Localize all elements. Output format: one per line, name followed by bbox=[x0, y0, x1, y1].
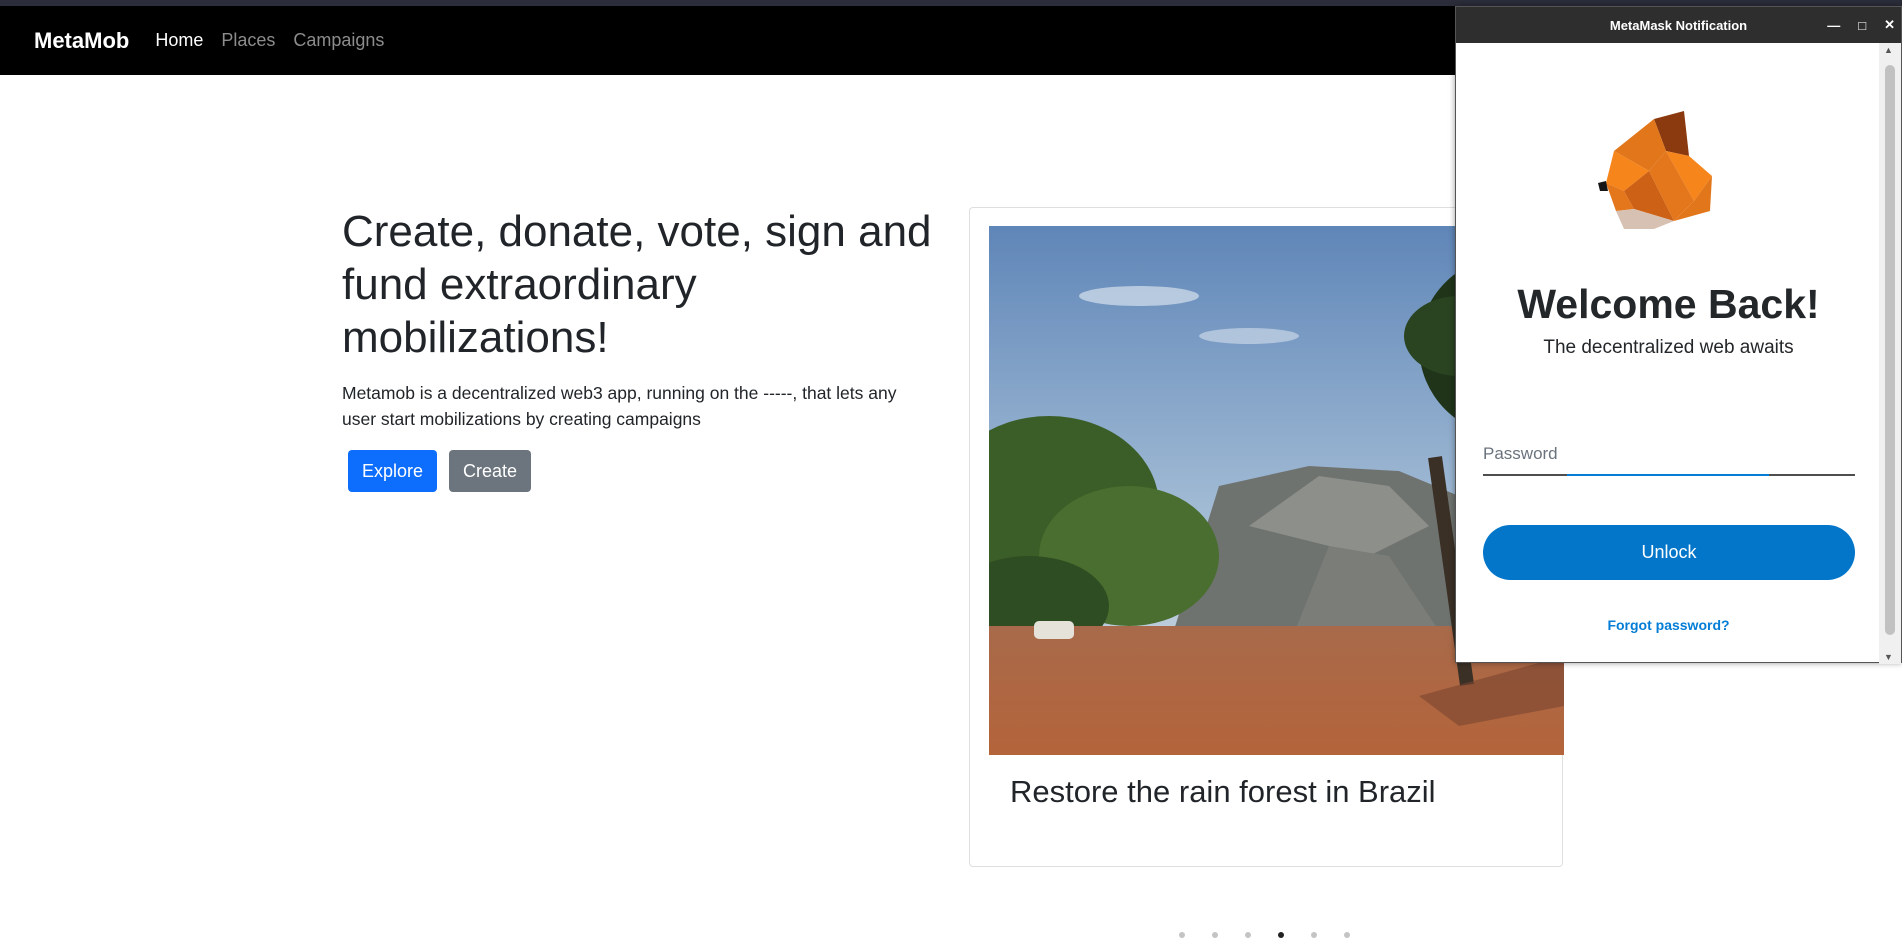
hero-buttons: Explore Create bbox=[348, 450, 942, 492]
password-field[interactable] bbox=[1483, 474, 1855, 476]
carousel-dot[interactable] bbox=[1179, 932, 1185, 938]
scrollbar[interactable]: ▲ ▼ bbox=[1879, 43, 1901, 664]
hero-section: Create, donate, vote, sign and fund extr… bbox=[342, 205, 942, 492]
window-title: MetaMask Notification bbox=[1609, 17, 1748, 33]
maximize-icon[interactable]: □ bbox=[1858, 18, 1866, 33]
brand-logo[interactable]: MetaMob bbox=[34, 28, 129, 54]
scroll-up-icon[interactable]: ▲ bbox=[1884, 45, 1893, 55]
window-titlebar[interactable]: MetaMask Notification — □ ✕ bbox=[1456, 7, 1901, 43]
metamask-fox-logo bbox=[1594, 111, 1714, 236]
carousel-indicators bbox=[1179, 932, 1350, 938]
forgot-password-link[interactable]: Forgot password? bbox=[1456, 617, 1881, 633]
carousel-dot[interactable] bbox=[1245, 932, 1251, 938]
metamask-body: Welcome Back! The decentralized web awai… bbox=[1456, 43, 1881, 664]
nav-link-places[interactable]: Places bbox=[221, 30, 275, 51]
explore-button[interactable]: Explore bbox=[348, 450, 438, 492]
scrollbar-thumb[interactable] bbox=[1885, 65, 1895, 635]
create-button[interactable]: Create bbox=[449, 450, 532, 492]
hero-heading: Create, donate, vote, sign and fund extr… bbox=[342, 207, 932, 362]
welcome-tagline: The decentralized web awaits bbox=[1543, 337, 1794, 358]
minimize-icon[interactable]: — bbox=[1827, 18, 1840, 33]
carousel-dot[interactable] bbox=[1311, 932, 1317, 938]
metamask-notification-window: MetaMask Notification — □ ✕ Welcome Back… bbox=[1455, 6, 1902, 664]
unlock-button[interactable]: Unlock bbox=[1483, 525, 1855, 580]
close-icon[interactable]: ✕ bbox=[1884, 17, 1895, 33]
campaign-title: Restore the rain forest in Brazil bbox=[1010, 774, 1436, 809]
scroll-down-icon[interactable]: ▼ bbox=[1884, 652, 1893, 662]
hero-description: Metamob is a decentralized web3 app, run… bbox=[342, 383, 897, 429]
nav-link-campaigns[interactable]: Campaigns bbox=[293, 30, 384, 51]
nav-link-home[interactable]: Home bbox=[155, 30, 203, 51]
password-label: Password bbox=[1483, 444, 1558, 463]
carousel-dot[interactable] bbox=[1344, 932, 1350, 938]
welcome-heading: Welcome Back! bbox=[1517, 281, 1820, 327]
window-controls: — □ ✕ bbox=[1827, 7, 1895, 43]
carousel-dot-active[interactable] bbox=[1278, 932, 1284, 938]
password-focus-underline bbox=[1567, 474, 1769, 476]
carousel-dot[interactable] bbox=[1212, 932, 1218, 938]
